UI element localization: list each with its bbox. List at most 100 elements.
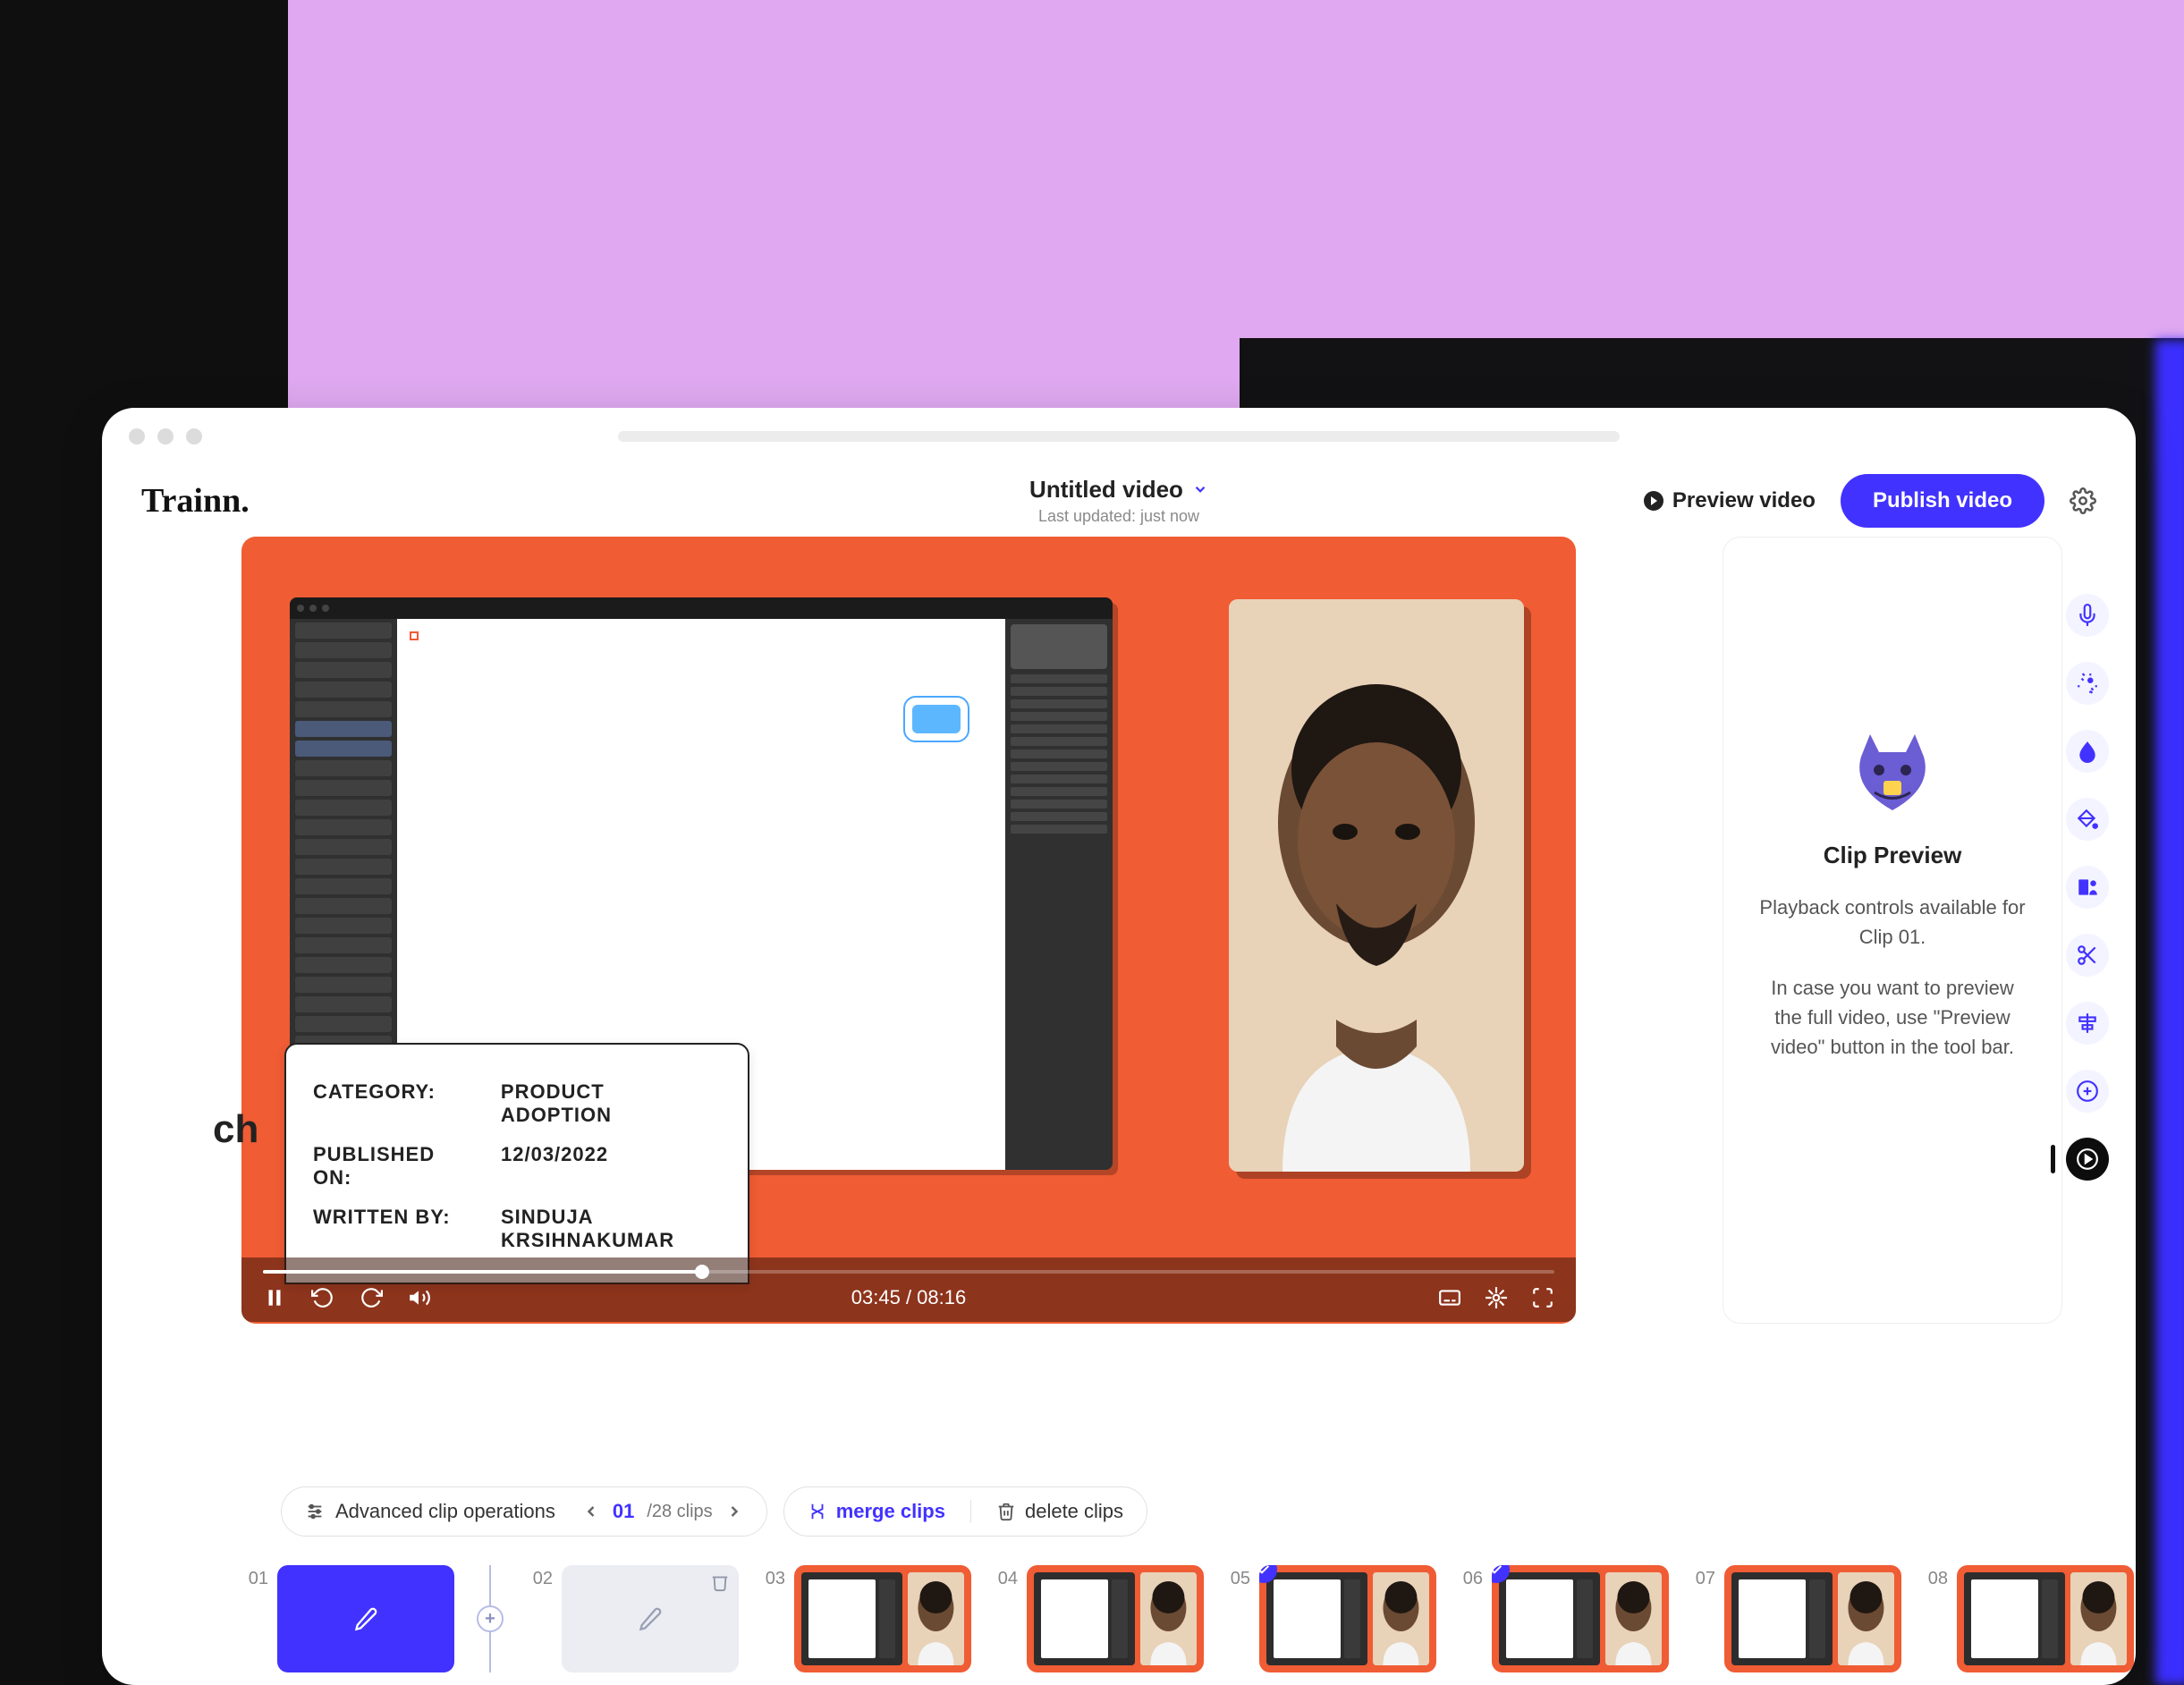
merge-delete-group: merge clips delete clips (783, 1486, 1147, 1537)
thumbnail[interactable] (1724, 1565, 1901, 1672)
thumbnail[interactable] (1027, 1565, 1204, 1672)
advanced-clip-ops[interactable]: Advanced clip operations 01 /28 clips (281, 1486, 767, 1537)
traffic-light-dot (157, 428, 174, 445)
thumbnail-number: 06 (1456, 1565, 1483, 1589)
thumbnail-number: 04 (991, 1565, 1018, 1589)
settings-button[interactable] (2070, 487, 2096, 514)
doc-category-value: PRODUCT ADOPTION (501, 1080, 721, 1127)
traffic-light-dot (186, 428, 202, 445)
thumbnail-blank[interactable] (562, 1565, 739, 1672)
preview-video-label: Preview video (1672, 488, 1816, 513)
thumbnail-selected[interactable] (277, 1565, 454, 1672)
blur-tool[interactable] (2066, 730, 2109, 773)
thumbnail-strip[interactable]: 01 + 02 03 04 (241, 1565, 2136, 1672)
video-canvas[interactable]: ch CATEGORY: PRODUCT ADOPTION PUBLISHED … (258, 553, 1560, 1257)
thumbnail-delete-icon[interactable] (710, 1572, 730, 1592)
merge-clips-label: merge clips (836, 1500, 945, 1523)
header-actions: Preview video Publish video (1644, 474, 2096, 528)
logo: Trainn. (141, 481, 250, 521)
bg-shape-blue-glow (2155, 340, 2184, 1685)
video-title-row[interactable]: Untitled video (1029, 476, 1208, 504)
presenter-webcam (1229, 599, 1524, 1172)
logo-text: Trainn. (141, 482, 250, 520)
forward-button[interactable] (360, 1286, 383, 1309)
clip-preview-title: Clip Preview (1824, 842, 1962, 869)
window-titlebar (102, 408, 2136, 465)
thumbnail-number: 01 (241, 1565, 268, 1589)
merge-icon (808, 1502, 827, 1521)
thumbnail[interactable] (794, 1565, 971, 1672)
magic-tool[interactable] (2066, 662, 2109, 705)
add-tool[interactable] (2066, 1070, 2109, 1113)
merge-clips-button[interactable]: merge clips (808, 1500, 945, 1523)
doc-written-value: SINDUJA KRSIHNAKUMAR (501, 1206, 674, 1252)
traffic-light-dot (129, 428, 145, 445)
thumbnail-item: 08 (1921, 1565, 2134, 1672)
side-toolbar (2066, 594, 2109, 1181)
time-display: 03:45 / 08:16 (851, 1286, 966, 1309)
presenter-portrait (1229, 599, 1524, 1172)
play-icon (1644, 491, 1663, 511)
total-clips-label: /28 clips (647, 1502, 712, 1522)
voice-tool[interactable] (2066, 594, 2109, 637)
add-clip-between[interactable]: + (474, 1565, 506, 1672)
fullscreen-button[interactable] (1531, 1286, 1554, 1309)
doc-written-label: WRITTEN BY: (313, 1206, 474, 1252)
delete-clips-label: delete clips (1025, 1500, 1123, 1523)
playback-tool[interactable] (2066, 1138, 2109, 1181)
presenter-tool[interactable] (2066, 866, 2109, 909)
plus-icon[interactable]: + (477, 1605, 504, 1632)
video-preview-frame: ch CATEGORY: PRODUCT ADOPTION PUBLISHED … (241, 537, 1576, 1324)
thumbnail[interactable] (1957, 1565, 2134, 1672)
sliders-icon (305, 1502, 325, 1521)
titlebar-shimmer (618, 431, 1620, 442)
progress-track[interactable] (263, 1270, 1554, 1274)
prev-clip-button[interactable] (582, 1503, 600, 1520)
thumbnail-checked[interactable] (1492, 1565, 1669, 1672)
clip-preview-text-1: Playback controls available for Clip 01. (1750, 893, 2035, 952)
trash-icon (996, 1502, 1016, 1521)
volume-button[interactable] (408, 1286, 431, 1309)
doc-published-label: PUBLISHED ON: (313, 1143, 474, 1190)
app-window: Trainn. Untitled video Last updated: jus… (102, 408, 2136, 1685)
doc-published-value: 12/03/2022 (501, 1143, 608, 1190)
thumbnail-item: 07 (1689, 1565, 1901, 1672)
thumbnail-item: 03 (758, 1565, 971, 1672)
current-clip-number: 01 (613, 1500, 634, 1523)
clip-operations-toolbar: Advanced clip operations 01 /28 clips me… (281, 1486, 1147, 1537)
traffic-lights (129, 428, 202, 445)
rewind-button[interactable] (311, 1286, 334, 1309)
thumbnail-item: 06 (1456, 1565, 1669, 1672)
progress-fill (263, 1270, 702, 1274)
mock-browser-chrome (290, 597, 1113, 619)
preview-video-button[interactable]: Preview video (1644, 488, 1816, 513)
captions-button[interactable] (1438, 1286, 1461, 1309)
publish-video-button[interactable]: Publish video (1841, 474, 2044, 528)
thumbnail-item: 01 (241, 1565, 454, 1672)
settings-player-button[interactable] (1485, 1286, 1508, 1309)
align-tool[interactable] (2066, 1002, 2109, 1045)
doc-category-label: CATEGORY: (313, 1080, 474, 1127)
pause-button[interactable] (263, 1286, 286, 1309)
progress-thumb[interactable] (695, 1265, 709, 1279)
thumbnail-number: 02 (526, 1565, 553, 1589)
thumbnail-checked[interactable] (1259, 1565, 1436, 1672)
thumbnail-number: 05 (1223, 1565, 1250, 1589)
thumbnail-item: 02 (526, 1565, 739, 1672)
clip-preview-panel: Clip Preview Playback controls available… (1723, 537, 2062, 1324)
chevron-down-icon (1192, 476, 1208, 504)
fill-tool[interactable] (2066, 798, 2109, 841)
thumbnail-item: 04 (991, 1565, 1204, 1672)
next-clip-button[interactable] (725, 1503, 743, 1520)
pencil-icon (353, 1606, 378, 1631)
clip-preview-text-2: In case you want to preview the full vid… (1750, 973, 2035, 1062)
doc-title-fragment: ch (213, 1107, 258, 1152)
document-card: ch CATEGORY: PRODUCT ADOPTION PUBLISHED … (284, 1043, 749, 1284)
advanced-clip-ops-label: Advanced clip operations (335, 1500, 555, 1523)
divider (970, 1500, 971, 1523)
cut-tool[interactable] (2066, 934, 2109, 977)
video-title: Untitled video (1029, 476, 1183, 504)
delete-clips-button[interactable]: delete clips (996, 1500, 1123, 1523)
mock-right-panel (1005, 619, 1113, 1170)
thumbnail-number: 07 (1689, 1565, 1715, 1589)
